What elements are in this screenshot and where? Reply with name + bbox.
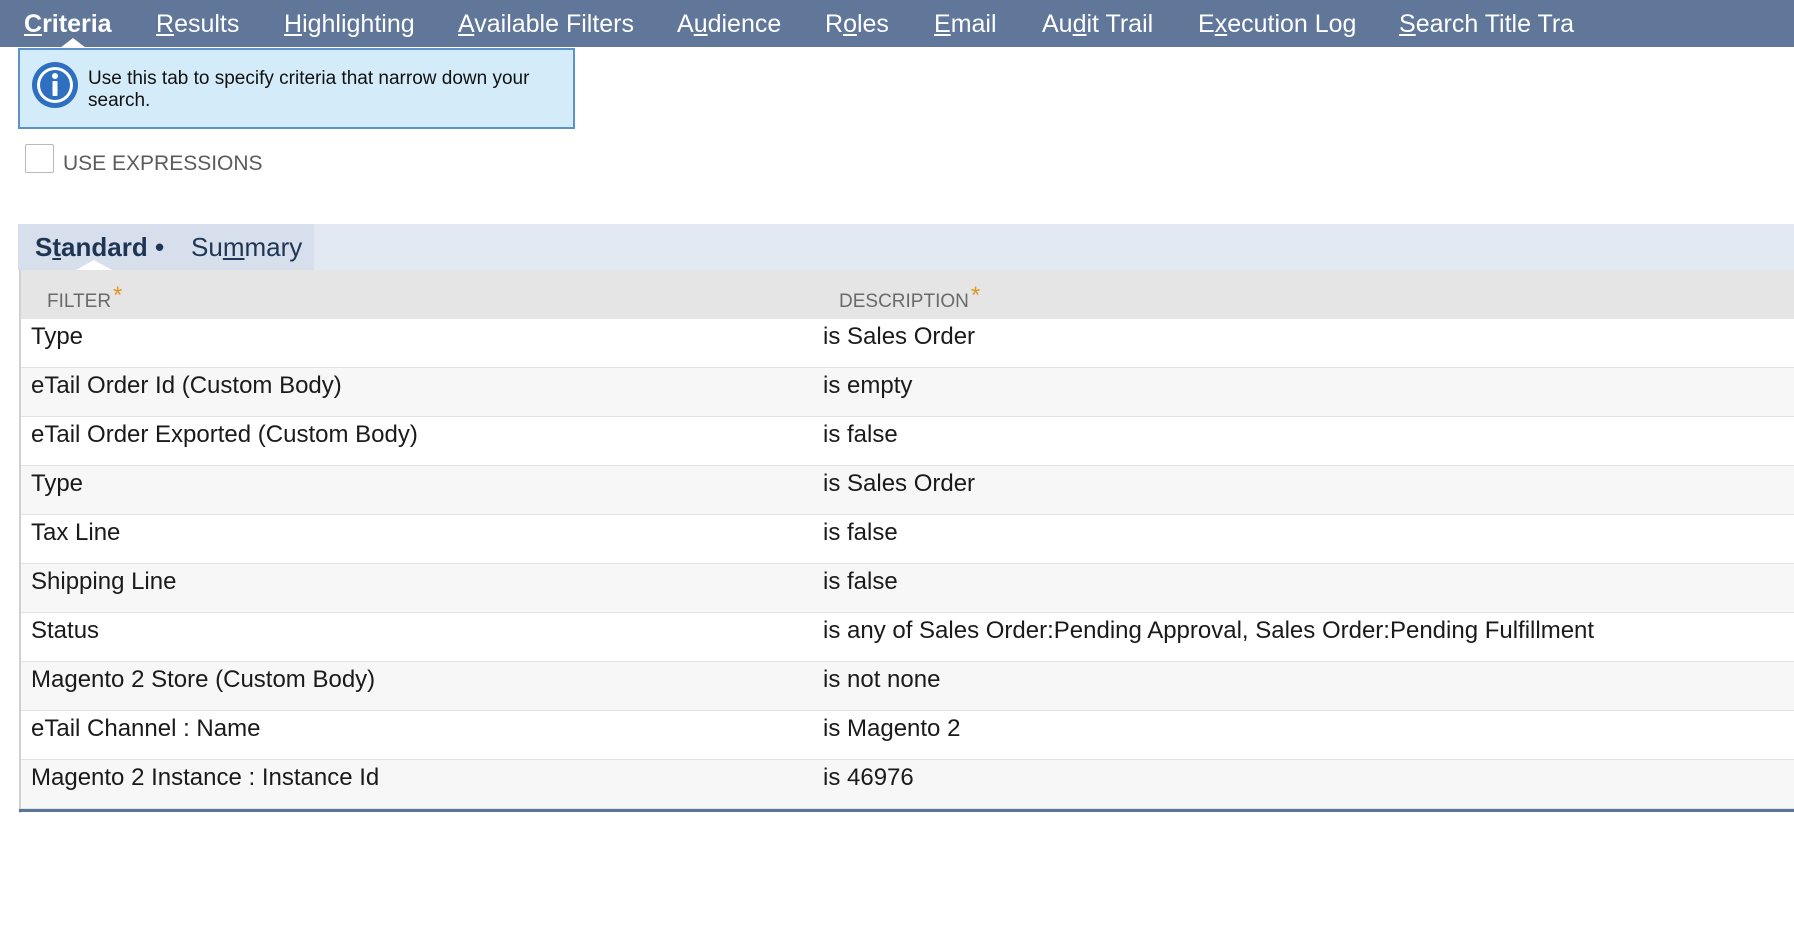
description-cell: is Sales Order xyxy=(823,323,976,350)
criteria-table: FILTER* DESCRIPTION* Type is Sales Order e… xyxy=(19,270,1794,813)
filter-cell: eTail Order Exported (Custom Body) xyxy=(31,421,418,448)
table-row[interactable]: Status is any of Sales Order:Pending Appr… xyxy=(21,613,1794,662)
tab-highlighting[interactable]: Highlighting xyxy=(284,7,415,41)
table-row[interactable]: eTail Order Exported (Custom Body) is fal… xyxy=(21,417,1794,466)
tab-criteria[interactable]: Criteria xyxy=(24,7,112,41)
description-cell: is Magento 2 xyxy=(823,715,961,742)
tab-results[interactable]: Results xyxy=(156,7,239,41)
description-cell: is empty xyxy=(823,372,913,399)
filter-cell: Magento 2 Store (Custom Body) xyxy=(31,666,376,693)
filter-cell: Type xyxy=(31,470,84,497)
table-row[interactable]: Type is Sales Order xyxy=(21,466,1794,515)
description-cell: is not none xyxy=(823,666,941,693)
filter-cell: Status xyxy=(31,617,100,644)
filter-cell: eTail Channel : Name xyxy=(31,715,261,742)
table-row[interactable]: Type is Sales Order xyxy=(21,319,1794,368)
main-tab-bar: Criteria Results Highlighting Available … xyxy=(0,0,1794,47)
tab-execution-log[interactable]: Execution Log xyxy=(1198,7,1356,41)
filter-cell: eTail Order Id (Custom Body) xyxy=(31,372,342,399)
description-cell: is false xyxy=(823,519,898,546)
table-header: FILTER* DESCRIPTION* xyxy=(21,270,1794,319)
subtab-summary[interactable]: Summary xyxy=(191,232,302,263)
tab-email[interactable]: Email xyxy=(934,7,997,41)
info-message-text: Use this tab to specify criteria that na… xyxy=(88,68,530,111)
use-expressions-label[interactable]: USE EXPRESSIONS xyxy=(63,152,263,176)
filter-cell: Shipping Line xyxy=(31,568,177,595)
filter-cell: Magento 2 Instance : Instance Id xyxy=(31,764,380,791)
subtab-standard[interactable]: Standard • xyxy=(35,232,164,263)
tab-audit-trail[interactable]: Audit Trail xyxy=(1042,7,1153,41)
required-marker: * xyxy=(970,282,981,309)
table-row[interactable]: Magento 2 Instance : Instance Id is 46976 xyxy=(21,760,1794,809)
info-icon xyxy=(32,62,78,108)
filter-column-header: FILTER* xyxy=(47,282,123,312)
active-dot: • xyxy=(154,232,165,262)
required-marker: * xyxy=(113,282,123,309)
table-row[interactable]: Shipping Line is false xyxy=(21,564,1794,613)
use-expressions-checkbox[interactable] xyxy=(25,144,54,173)
table-row[interactable]: eTail Channel : Name is Magento 2 xyxy=(21,711,1794,760)
description-cell: is Sales Order xyxy=(823,470,976,497)
description-cell: is any of Sales Order:Pending Approval, … xyxy=(823,617,1595,644)
table-bottom-border xyxy=(19,809,1794,812)
tab-available-filters[interactable]: Available Filters xyxy=(458,7,634,41)
filter-cell: Tax Line xyxy=(31,519,121,546)
description-column-header: DESCRIPTION* xyxy=(839,282,981,312)
table-row[interactable]: eTail Order Id (Custom Body) is empty xyxy=(21,368,1794,417)
tab-audience[interactable]: Audience xyxy=(677,7,781,41)
active-subtab-indicator xyxy=(76,260,112,270)
active-tab-indicator xyxy=(60,38,86,47)
filter-cell: Type xyxy=(31,323,84,350)
description-cell: is false xyxy=(823,421,898,448)
info-message-box: Use this tab to specify criteria that na… xyxy=(18,48,575,129)
description-cell: is 46976 xyxy=(823,764,914,791)
description-cell: is false xyxy=(823,568,898,595)
tab-search-title-translation[interactable]: Search Title Tra xyxy=(1399,7,1574,41)
table-row[interactable]: Tax Line is false xyxy=(21,515,1794,564)
tab-roles[interactable]: Roles xyxy=(825,7,889,41)
table-row[interactable]: Magento 2 Store (Custom Body) is not none xyxy=(21,662,1794,711)
